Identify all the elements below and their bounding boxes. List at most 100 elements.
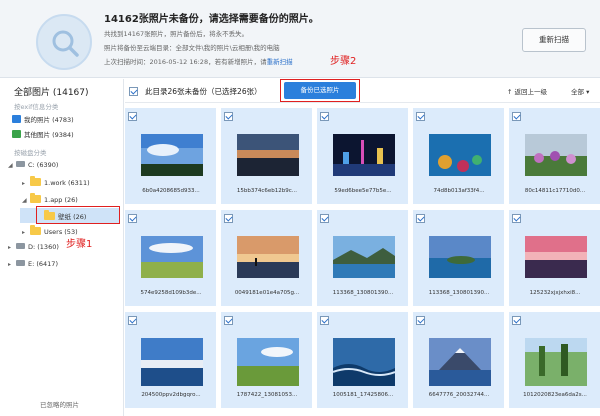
- sidebar-item-drive-e[interactable]: ▸ E: (6417): [8, 260, 58, 268]
- photo-tile[interactable]: 113368_130801390...: [413, 210, 504, 306]
- photo-tile[interactable]: 59ed6bee5e77b5e...: [317, 108, 408, 204]
- photo-checkbox[interactable]: [320, 316, 329, 325]
- scan-header: 14162张照片未备份，请选择需要备份的照片。 共找到14167张照片，照片备份…: [0, 0, 600, 78]
- photo-checkbox[interactable]: [224, 214, 233, 223]
- photo-filename: 80c14811c17710d0...: [524, 188, 586, 194]
- photo-checkbox[interactable]: [416, 316, 425, 325]
- select-all-checkbox[interactable]: [129, 87, 138, 96]
- photo-checkbox[interactable]: [224, 316, 233, 325]
- search-icon: [36, 14, 92, 70]
- photo-checkbox[interactable]: [416, 214, 425, 223]
- photo-checkbox[interactable]: [512, 214, 521, 223]
- section-disk-label: 按磁盘分类: [14, 149, 47, 157]
- grid-toolbar: 此目录26张未备份（已选择26张） 备份已选照片 ↑ 返回上一级 全部 ▾: [125, 79, 600, 103]
- chevron-down-icon: ▾: [584, 88, 590, 96]
- photo-filename: 15bb374c6eb12b9c...: [236, 188, 298, 194]
- photo-thumbnail[interactable]: [237, 338, 299, 386]
- sidebar-item-folder-app[interactable]: ◢ 1.app (26): [22, 193, 78, 204]
- photo-checkbox[interactable]: [320, 112, 329, 121]
- header-target-text: 照片将备份至云端目录：全部文件\我的照片\云相册\我的电脑: [104, 44, 280, 52]
- photo-tile[interactable]: 1012020823ea6da2s...: [509, 312, 600, 408]
- photo-thumbnail[interactable]: [141, 338, 203, 386]
- chevron-right-icon[interactable]: ▸: [8, 261, 16, 268]
- header-scan-time: 上次扫描时间：2016-05-12 16:28，若有新增照片，请重新扫描: [104, 58, 293, 66]
- folder-icon: [30, 176, 41, 186]
- photo-tile[interactable]: 0049181e01e4a705g...: [221, 210, 312, 306]
- photo-thumbnail[interactable]: [237, 134, 299, 176]
- sidebar-item-folder-work[interactable]: ▸ 1.work (6311): [22, 176, 90, 187]
- photo-thumbnail[interactable]: [333, 134, 395, 176]
- photo-thumbnail[interactable]: [333, 338, 395, 386]
- chevron-right-icon[interactable]: ▸: [8, 244, 16, 251]
- photo-tile[interactable]: 74d8b013af33f4...: [413, 108, 504, 204]
- photo-checkbox[interactable]: [512, 316, 521, 325]
- photo-tile[interactable]: 204500ppv2dbgqro...: [125, 312, 216, 408]
- folder-icon: [30, 193, 41, 203]
- sidebar-item-all-photos[interactable]: 全部图片 (14167): [14, 85, 89, 98]
- photo-filename: 74d8b013af33f4...: [433, 188, 485, 194]
- photo-thumbnail[interactable]: [429, 134, 491, 176]
- photo-tile[interactable]: 6b0a4208685d933...: [125, 108, 216, 204]
- photo-tile[interactable]: 574e9258d109b3de...: [125, 210, 216, 306]
- photo-checkbox[interactable]: [128, 214, 137, 223]
- photo-thumbnail[interactable]: [141, 236, 203, 278]
- photo-thumbnail[interactable]: [429, 236, 491, 278]
- photo-filename: 113368_130801390...: [332, 290, 394, 296]
- rescan-link[interactable]: 重新扫描: [267, 58, 293, 66]
- photo-tile[interactable]: 1005181_17425806...: [317, 312, 408, 408]
- filter-dropdown[interactable]: 全部 ▾: [571, 86, 589, 96]
- photo-thumbnail[interactable]: [333, 236, 395, 278]
- sidebar-item-my-photos[interactable]: 我的照片 (4783): [12, 114, 74, 124]
- chevron-down-icon[interactable]: ◢: [8, 162, 16, 169]
- photo-thumbnail[interactable]: [525, 236, 587, 278]
- photo-thumbnail[interactable]: [525, 134, 587, 176]
- drive-icon: [16, 161, 25, 167]
- header-title: 14162张照片未备份，请选择需要备份的照片。: [104, 14, 319, 25]
- photo-tile[interactable]: 113368_130801390...: [317, 210, 408, 306]
- photo-tile[interactable]: 125232xjxjxhxi8...: [509, 210, 600, 306]
- step2-label: 步骤2: [330, 56, 357, 67]
- step1-label: 步骤1: [66, 239, 93, 250]
- selection-status: 此目录26张未备份（已选择26张）: [145, 87, 262, 96]
- picture-icon: [12, 130, 21, 138]
- chevron-right-icon[interactable]: ▸: [22, 229, 30, 236]
- rescan-button[interactable]: 重新扫描: [522, 28, 586, 52]
- photo-filename: 0049181e01e4a705g...: [234, 290, 300, 296]
- photo-filename: 1005181_17425806...: [332, 392, 394, 398]
- back-arrow-icon: ↑: [507, 88, 515, 96]
- up-level-link[interactable]: ↑ 返回上一级: [507, 86, 547, 96]
- photo-checkbox[interactable]: [128, 316, 137, 325]
- photo-filename: 6b0a4208685d933...: [142, 188, 200, 194]
- photo-grid: 6b0a4208685d933... 15bb374c6eb12b9c... 5…: [125, 104, 600, 416]
- header-found-text: 共找到14167张照片，照片备份后，将永不丢失。: [104, 30, 249, 38]
- photo-thumbnail[interactable]: [237, 236, 299, 278]
- folder-sidebar: 全部图片 (14167) 按exif信息分类 我的照片 (4783) 其他图片 …: [0, 79, 124, 416]
- sidebar-item-other-photos[interactable]: 其他图片 (9384): [12, 129, 74, 139]
- photo-checkbox[interactable]: [224, 112, 233, 121]
- photo-checkbox[interactable]: [416, 112, 425, 121]
- camera-icon: [12, 115, 21, 123]
- photo-filename: 574e9258d109b3de...: [140, 290, 202, 296]
- header-target-path: 全部文件\我的照片\云相册\我的电脑: [175, 44, 280, 52]
- photo-checkbox[interactable]: [320, 214, 329, 223]
- photo-filename: 204500ppv2dbgqro...: [141, 392, 201, 398]
- photo-tile[interactable]: 15bb374c6eb12b9c...: [221, 108, 312, 204]
- photo-checkbox[interactable]: [128, 112, 137, 121]
- step1-red-box: [36, 206, 120, 224]
- photo-thumbnail[interactable]: [525, 338, 587, 386]
- step2-red-box: [280, 79, 360, 102]
- photo-checkbox[interactable]: [512, 112, 521, 121]
- drive-icon: [16, 243, 25, 249]
- photo-tile[interactable]: 80c14811c17710d0...: [509, 108, 600, 204]
- photo-tile[interactable]: 1787422_13081053...: [221, 312, 312, 408]
- photo-tile[interactable]: 6647776_20032744...: [413, 312, 504, 408]
- photo-thumbnail[interactable]: [141, 134, 203, 176]
- chevron-down-icon[interactable]: ◢: [22, 197, 30, 204]
- photo-filename: 6647776_20032744...: [428, 392, 490, 398]
- section-exif-label: 按exif信息分类: [14, 103, 59, 111]
- photo-thumbnail[interactable]: [429, 338, 491, 386]
- sidebar-item-drive-d[interactable]: ▸ D: (1360): [8, 243, 59, 251]
- sidebar-item-drive-c[interactable]: ◢ C: (6390): [8, 161, 58, 169]
- chevron-right-icon[interactable]: ▸: [22, 180, 30, 187]
- ignored-photos-link[interactable]: 已忽略的照片: [40, 399, 79, 409]
